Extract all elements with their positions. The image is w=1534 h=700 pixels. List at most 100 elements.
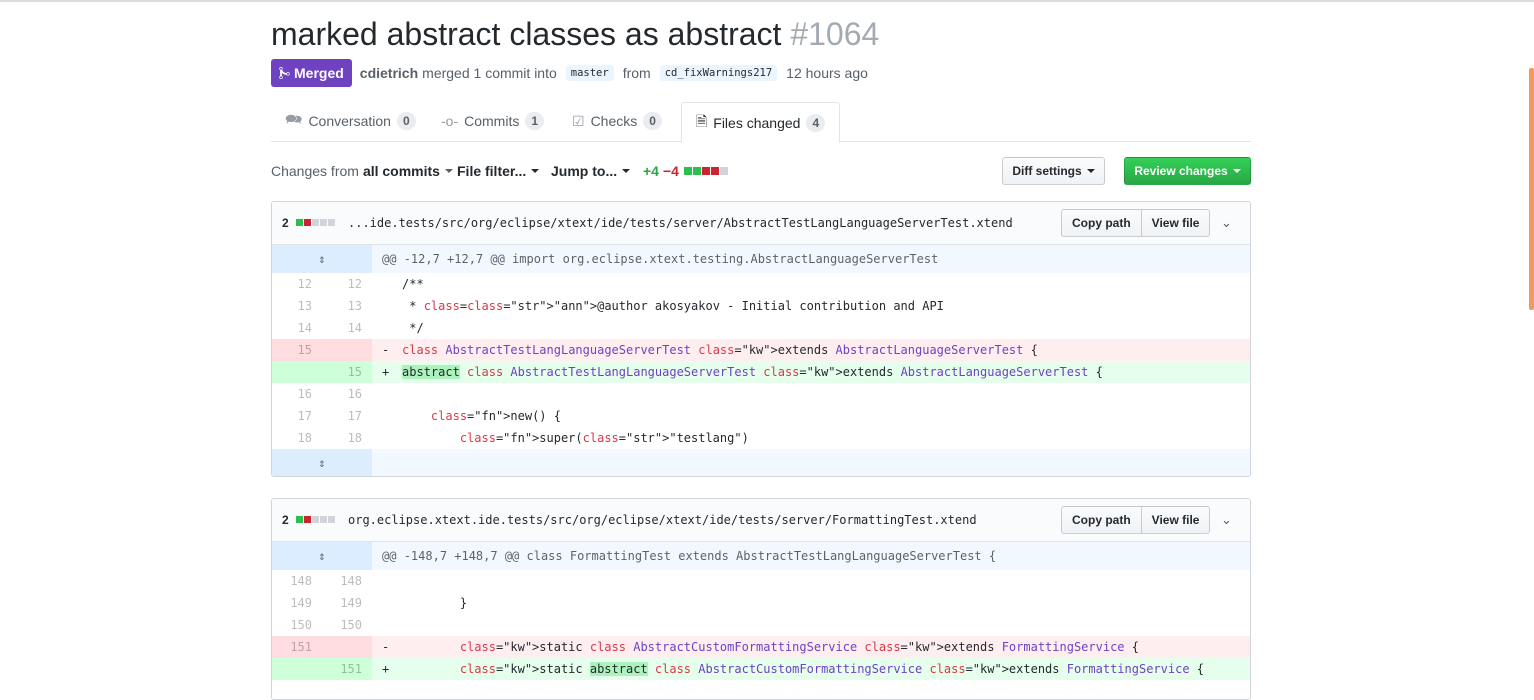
page-title: marked abstract classes as abstract #106… (271, 14, 879, 54)
copy-path-button[interactable]: Copy path (1061, 209, 1142, 237)
chevron-down-icon (1232, 169, 1241, 173)
code-line: * class=class="str">"ann">@author akosya… (372, 295, 1250, 317)
pr-tabs: 🗪 Conversation 0 -o- Commits 1 ☑ Checks … (271, 102, 1251, 143)
collapse-file-chevron-icon[interactable]: ⌄ (1221, 499, 1232, 541)
chevron-down-icon (444, 169, 453, 173)
code-line: + class="kw">static abstract class Abstr… (372, 658, 1250, 680)
jump-to-label: Jump to... (551, 163, 618, 179)
view-file-button[interactable]: View file (1140, 209, 1211, 237)
tab-conversation[interactable]: 🗪 Conversation 0 (285, 102, 416, 140)
diff-line-context: 16 16 (272, 383, 1250, 405)
merge-time: 12 hours ago (786, 65, 868, 81)
file-actions: Copy path View file (1061, 209, 1211, 237)
diff-settings-button[interactable]: Diff settings (1002, 157, 1105, 185)
expand-up-icon[interactable]: ⇕ (272, 542, 373, 570)
diffstat-block-del (710, 167, 719, 175)
new-line-number[interactable]: 14 (322, 317, 372, 339)
old-line-number[interactable]: 151 (272, 636, 322, 658)
diffstat-block-neutral (719, 167, 728, 175)
code-text: } (402, 596, 468, 610)
old-line-number[interactable]: 148 (272, 570, 322, 592)
diff-line-context: 13 13 * class=class="str">"ann">@author … (272, 295, 1250, 317)
new-line-number[interactable]: 12 (322, 273, 372, 295)
file-diffstat (296, 219, 335, 226)
expand-down-icon[interactable]: ⇕ (272, 449, 373, 476)
tab-label: Conversation (308, 113, 391, 129)
new-line-number[interactable] (322, 339, 373, 361)
diffstat-block-neutral (320, 219, 327, 226)
tab-commits[interactable]: -o- Commits 1 (441, 102, 545, 140)
diffstat-block-del (701, 167, 710, 175)
pr-number: #1064 (790, 16, 880, 52)
diffstat-summary: +4 −4 (643, 156, 728, 186)
code-line: + abstract class AbstractTestLangLanguage… (372, 361, 1250, 383)
old-line-number[interactable]: 16 (272, 383, 322, 405)
old-line-number[interactable] (272, 658, 322, 680)
diffstat-blocks (683, 167, 728, 175)
diff-settings-label: Diff settings (1012, 164, 1082, 178)
old-line-number[interactable]: 12 (272, 273, 322, 295)
changes-from-value: all commits (362, 163, 440, 179)
changes-from-dropdown[interactable]: Changes from all commits (271, 156, 453, 186)
author-link[interactable]: cdietrich (360, 65, 418, 81)
from-text: from (622, 65, 651, 81)
base-branch[interactable]: master (565, 65, 614, 81)
view-file-button[interactable]: View file (1140, 506, 1211, 534)
tab-counter: 0 (396, 112, 416, 130)
file-filter-dropdown[interactable]: File filter... (457, 156, 540, 186)
chevron-down-icon (1086, 169, 1095, 173)
page-scrollbar[interactable] (1529, 68, 1534, 310)
old-line-number[interactable]: 17 (272, 405, 322, 427)
code-line (372, 614, 1250, 636)
new-line-number[interactable]: 13 (322, 295, 372, 317)
code-line: class="fn">super(class="str">"testlang") (372, 427, 1250, 449)
new-line-number[interactable]: 17 (322, 405, 372, 427)
diff-line-context: 14 14 */ (272, 317, 1250, 339)
git-merge-icon (279, 66, 290, 80)
tab-counter: 0 (643, 112, 662, 130)
diffstat-block-add (683, 167, 692, 175)
head-branch[interactable]: cd_fixWarnings217 (659, 65, 778, 81)
file-path-link[interactable]: ...ide.tests/src/org/eclipse/xtext/ide/t… (348, 202, 1013, 244)
tab-checks[interactable]: ☑ Checks 0 (572, 102, 662, 140)
code-text: * class=class="str">"ann">@author akosya… (402, 299, 944, 313)
file-change-count: 2 (282, 216, 289, 230)
new-line-number[interactable] (322, 636, 373, 658)
diff-line-addition: 151 + class="kw">static abstract class A… (272, 658, 1250, 680)
code-line: - class="kw">static class AbstractCustom… (372, 636, 1250, 658)
old-line-number[interactable]: 18 (272, 427, 322, 449)
new-line-number[interactable]: 148 (322, 570, 372, 592)
file-path-link[interactable]: org.eclipse.xtext.ide.tests/src/org/ecli… (348, 499, 977, 541)
review-changes-button[interactable]: Review changes (1124, 157, 1251, 185)
copy-path-button[interactable]: Copy path (1061, 506, 1142, 534)
old-line-number[interactable]: 14 (272, 317, 322, 339)
new-line-number[interactable]: 16 (322, 383, 372, 405)
changes-from-label: Changes from (271, 163, 359, 179)
code-text: class AbstractTestLangLanguageServerTest… (402, 343, 1038, 357)
code-line (372, 383, 1250, 405)
diffstat-block-add (296, 219, 303, 226)
old-line-number[interactable] (272, 361, 322, 383)
old-line-number[interactable]: 15 (272, 339, 322, 361)
code-line: } (372, 592, 1250, 614)
new-line-number[interactable]: 18 (322, 427, 372, 449)
diffstat-block-neutral (320, 516, 327, 523)
jump-to-dropdown[interactable]: Jump to... (551, 156, 631, 186)
collapse-file-chevron-icon[interactable]: ⌄ (1221, 202, 1232, 244)
hunk-header: ⇕ @@ -148,7 +148,7 @@ class FormattingTe… (272, 542, 1250, 570)
tab-counter: 1 (525, 112, 545, 130)
new-line-number[interactable]: 15 (322, 361, 373, 383)
code-text: class="kw">static abstract class Abstrac… (459, 662, 1205, 676)
expand-up-icon[interactable]: ⇕ (272, 245, 373, 273)
old-line-number[interactable]: 150 (272, 614, 322, 636)
code-text: abstract class AbstractTestLangLanguageS… (402, 365, 1103, 379)
new-line-number[interactable]: 150 (322, 614, 372, 636)
tab-files-changed[interactable]: 🗎 Files changed 4 (681, 102, 841, 143)
tab-counter: 4 (806, 113, 826, 132)
new-line-number[interactable]: 149 (322, 592, 372, 614)
old-line-number[interactable]: 149 (272, 592, 322, 614)
new-line-number[interactable]: 151 (322, 658, 373, 680)
diff-line-deletion: 151 - class="kw">static class AbstractCu… (272, 636, 1250, 658)
old-line-number[interactable]: 13 (272, 295, 322, 317)
file-diff: 2 ...ide.tests/src/org/eclipse/xtext/ide… (271, 201, 1251, 477)
